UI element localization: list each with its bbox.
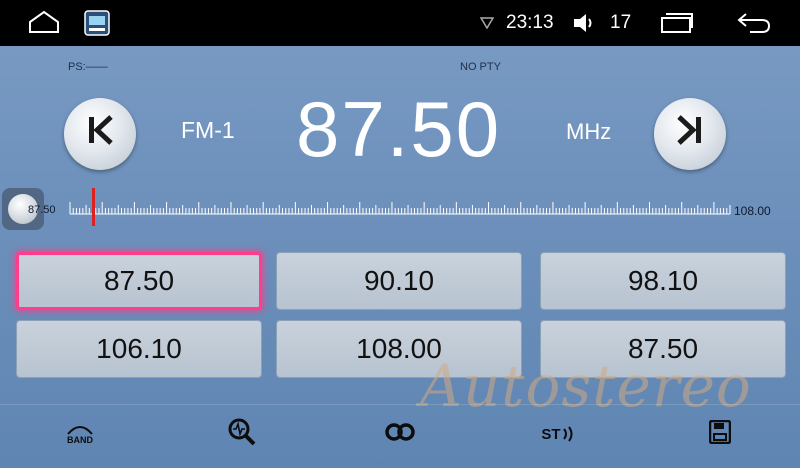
seek-back-icon (86, 114, 114, 154)
seek-forward-button[interactable] (654, 98, 726, 170)
app-icon[interactable] (84, 10, 110, 41)
tuner-scale[interactable] (30, 186, 800, 230)
save-button[interactable] (698, 414, 742, 454)
seek-back-button[interactable] (64, 98, 136, 170)
stereo-icon: ST (541, 425, 574, 443)
preset-frequency: 106.10 (96, 333, 182, 364)
preset-frequency: 98.10 (627, 265, 699, 296)
loudness-button[interactable] (378, 414, 422, 454)
preset-button[interactable]: 90.10 (276, 252, 522, 310)
preset-button[interactable]: 87.50 (16, 252, 262, 310)
preset-button[interactable]: 106.10 (16, 320, 262, 378)
stereo-text: ST (541, 425, 561, 443)
preset-frequency: 90.10 (363, 265, 435, 296)
back-icon[interactable] (736, 10, 772, 39)
preset-frequency: 87.50 (103, 265, 175, 296)
scan-button[interactable] (220, 414, 264, 454)
clock-time: 23:13 (506, 12, 554, 33)
volume-level: 17 (610, 12, 632, 33)
band-icon: BAND (65, 423, 95, 445)
band-button[interactable]: BAND (58, 414, 102, 454)
save-icon (708, 419, 732, 449)
seek-forward-icon (676, 114, 704, 154)
status-bar: 23:13 17 (0, 0, 800, 46)
band-label: FM-1 (181, 117, 235, 143)
pty-label: NO PTY (460, 61, 501, 73)
volume-icon[interactable] (572, 13, 596, 38)
stereo-button[interactable]: ST (536, 414, 580, 454)
wifi-icon (479, 16, 495, 34)
preset-button[interactable]: 98.10 (540, 252, 786, 310)
home-icon[interactable] (28, 10, 60, 39)
search-scan-icon (227, 417, 257, 452)
frequency-display: 87.50 (296, 85, 502, 173)
loudness-icon (383, 422, 417, 447)
unit-label: MHz (566, 119, 612, 144)
tuner-needle[interactable] (92, 188, 95, 226)
ps-label: PS:—— (68, 61, 108, 73)
band-text: BAND (67, 435, 93, 445)
recents-icon[interactable] (660, 12, 694, 39)
